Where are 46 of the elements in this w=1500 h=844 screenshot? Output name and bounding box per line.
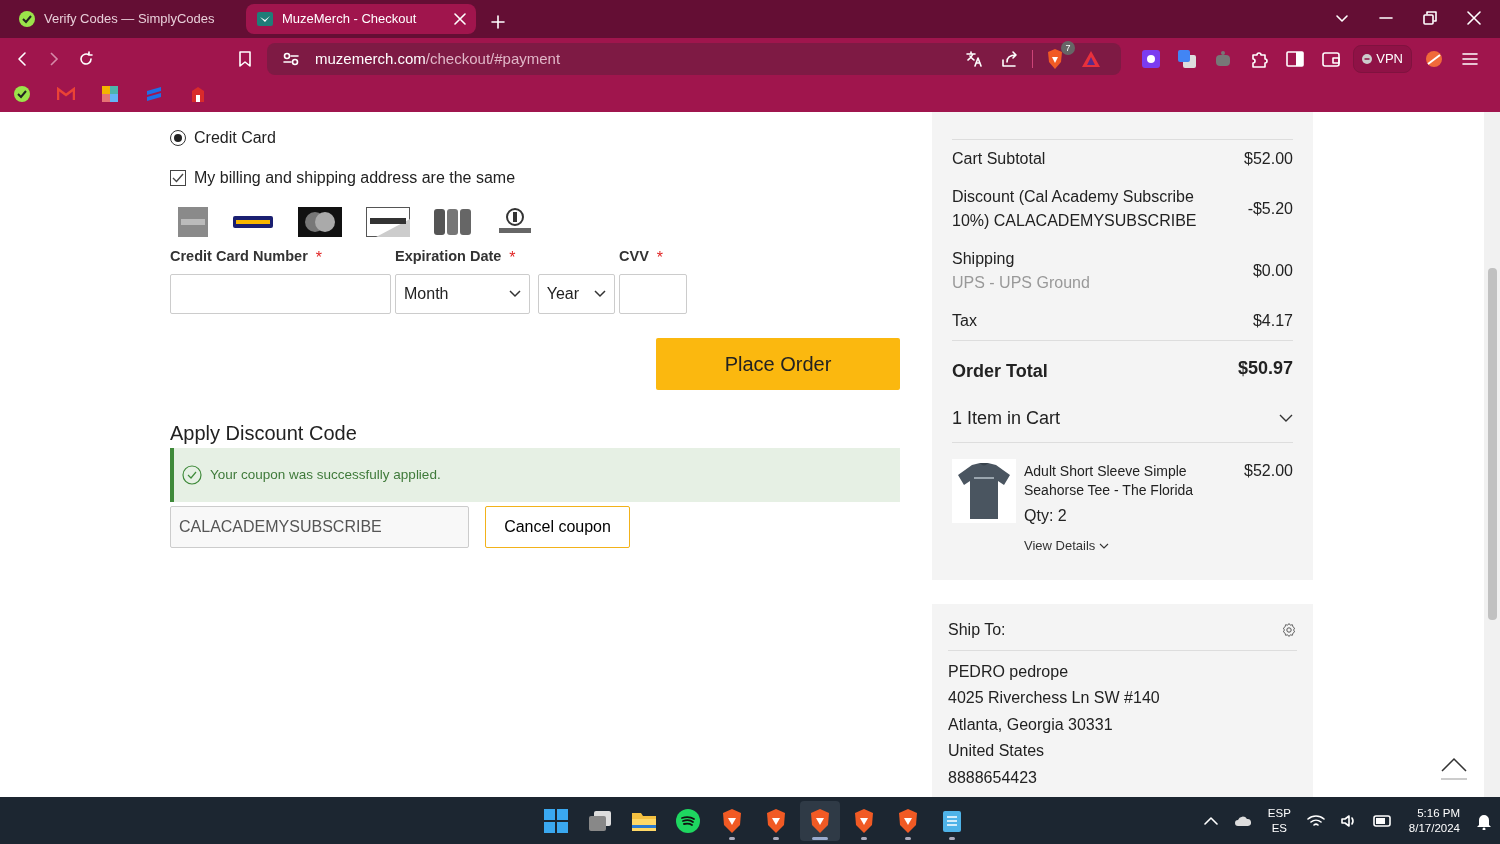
checkbox-label: My billing and shipping address are the same bbox=[194, 168, 516, 188]
view-details-link[interactable]: View Details bbox=[1024, 536, 1096, 556]
item-name: Adult Short Sleeve Simple Seahorse Tee - The Florida bbox=[1024, 462, 1195, 500]
field-label: Credit Card Number bbox=[170, 247, 308, 266]
address-line: 4025 Riverchess Ln SW #140 bbox=[948, 688, 1161, 708]
field-label: CVV bbox=[619, 247, 649, 266]
vpn-button[interactable]: VPN bbox=[1353, 45, 1412, 73]
summary-amount: -$5.20 bbox=[1247, 199, 1293, 219]
address-line: United States bbox=[948, 741, 1046, 761]
field-label: Expiration Date bbox=[395, 247, 502, 266]
summary-label: Shipping bbox=[952, 249, 1016, 269]
item-quantity: Qty: 2 bbox=[1024, 506, 1068, 526]
browser-tab[interactable]: Verify Codes — SimplyCodes bbox=[8, 4, 238, 34]
address-line: Atlanta, Georgia 30331 bbox=[948, 714, 1114, 735]
clock-date[interactable]: 8/17/2024 bbox=[1408, 820, 1460, 836]
summary-label: Cart Subtotal bbox=[952, 149, 1047, 169]
section-heading: Apply Discount Code bbox=[170, 421, 358, 446]
summary-amount: $4.17 bbox=[1252, 311, 1293, 331]
total-amount: $50.97 bbox=[1237, 357, 1293, 380]
dropdown[interactable]: Year bbox=[537, 274, 615, 314]
summary-amount: $0.00 bbox=[1252, 261, 1293, 281]
cancel-coupon-button[interactable]: Cancel coupon bbox=[485, 506, 630, 548]
place-order-button[interactable]: Place Order bbox=[656, 338, 900, 390]
coupon-field[interactable]: CALACADEMYSUBSCRIBE bbox=[170, 506, 469, 548]
shipping-method: UPS - UPS Ground bbox=[952, 273, 1091, 293]
address-url[interactable]: muzemerch.com/checkout/#payment bbox=[315, 47, 561, 71]
summary-label: Discount (Cal Academy Subscribe 10%) CALACADEMYSUBSCRIBE bbox=[952, 187, 1198, 231]
clock-time[interactable]: 5:16 PM bbox=[1408, 805, 1460, 821]
language-indicator[interactable]: ESP bbox=[1267, 805, 1291, 821]
required-mark: * bbox=[509, 248, 516, 268]
summary-amount: $52.00 bbox=[1244, 149, 1293, 169]
address-line: PEDRO pedrope bbox=[948, 661, 1070, 682]
item-price: $52.00 bbox=[1244, 461, 1293, 481]
required-mark: * bbox=[315, 248, 322, 268]
keyboard-layout[interactable]: ES bbox=[1267, 820, 1291, 836]
address-line: 8888654423 bbox=[948, 767, 1038, 788]
summary-label: Tax bbox=[952, 311, 978, 331]
cart-toggle[interactable]: 1 Item in Cart bbox=[952, 405, 1061, 432]
notification-badge: 7 bbox=[1061, 41, 1075, 55]
ship-to-title: Ship To: bbox=[948, 619, 1006, 640]
alert-text: Your coupon was successfully applied. bbox=[210, 465, 441, 484]
required-mark: * bbox=[656, 248, 664, 268]
dropdown[interactable]: Month bbox=[395, 274, 530, 314]
browser-tab[interactable]: MuzeMerch - Checkout bbox=[246, 4, 476, 34]
radio-label: Credit Card bbox=[194, 128, 276, 148]
total-label: Order Total bbox=[952, 360, 1048, 383]
